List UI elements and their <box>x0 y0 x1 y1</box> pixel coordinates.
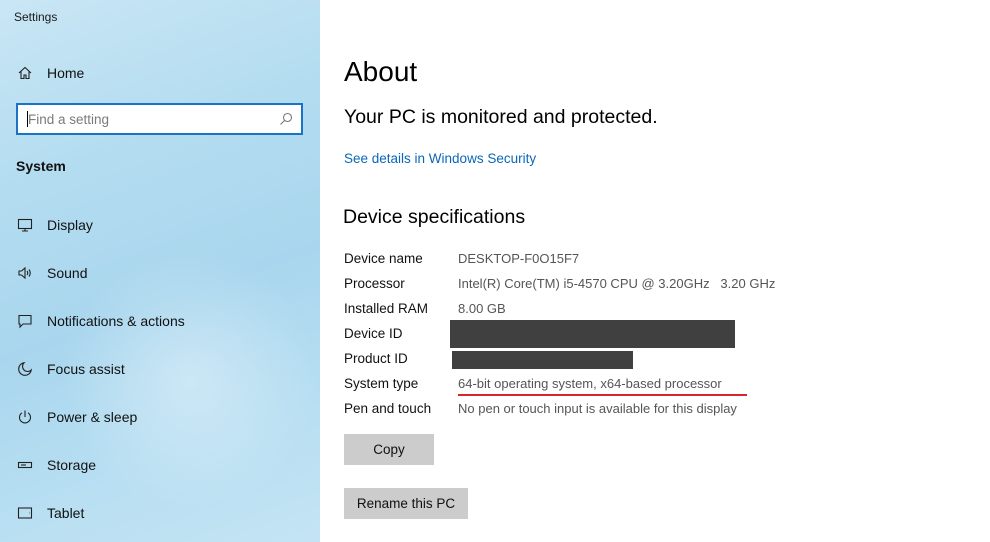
spec-value: 64-bit operating system, x64-based proce… <box>458 376 722 391</box>
spec-label: Device name <box>344 251 423 266</box>
sidebar-item-sound[interactable]: Sound <box>0 253 320 293</box>
notifications-icon <box>16 312 34 330</box>
spec-value: No pen or touch input is available for t… <box>458 401 737 416</box>
sidebar-item-label: Home <box>47 65 85 81</box>
sidebar-item-label: Display <box>47 217 93 233</box>
rename-pc-button[interactable]: Rename this PC <box>344 488 468 519</box>
spec-label: Pen and touch <box>344 401 432 416</box>
window-title: Settings <box>14 10 58 24</box>
spec-value: 8.00 GB <box>458 301 506 316</box>
spec-value: Intel(R) Core(TM) i5-4570 CPU @ 3.20GHz … <box>458 276 776 291</box>
sidebar-item-label: Storage <box>47 457 97 473</box>
spec-label: Processor <box>344 276 405 291</box>
sidebar-item-notifications[interactable]: Notifications & actions <box>0 301 320 341</box>
sidebar-item-label: Power & sleep <box>47 409 138 425</box>
text-cursor <box>27 111 28 127</box>
power-icon <box>16 408 34 426</box>
spec-label: Device ID <box>344 326 403 341</box>
moon-icon <box>16 360 34 378</box>
protection-status: Your PC is monitored and protected. <box>344 106 658 128</box>
search-box[interactable] <box>16 103 303 135</box>
sidebar-item-power-sleep[interactable]: Power & sleep <box>0 397 320 437</box>
spelling-underline <box>458 394 747 396</box>
home-icon <box>16 64 34 82</box>
redaction-bar <box>452 351 633 369</box>
windows-security-link[interactable]: See details in Windows Security <box>344 151 536 166</box>
spec-row-installed-ram: Installed RAM 8.00 GB <box>344 301 944 321</box>
sound-icon <box>16 264 34 282</box>
search-icon <box>280 112 293 125</box>
display-icon <box>16 216 34 234</box>
tablet-icon <box>16 504 34 522</box>
sidebar-item-storage[interactable]: Storage <box>0 445 320 485</box>
device-specs-heading: Device specifications <box>343 206 526 228</box>
spec-label: Installed RAM <box>344 301 429 316</box>
sidebar-item-home[interactable]: Home <box>0 53 320 93</box>
spec-label: System type <box>344 376 419 391</box>
spec-row-device-id: Device ID <box>344 320 944 348</box>
main-content: About Your PC is monitored and protected… <box>320 0 990 542</box>
redaction-bar <box>450 320 735 348</box>
sidebar-item-label: Focus assist <box>47 361 125 377</box>
sidebar-item-label: Sound <box>47 265 88 281</box>
spec-row-device-name: Device name DESKTOP-F0O15F7 <box>344 251 944 271</box>
sidebar-item-tablet[interactable]: Tablet <box>0 493 320 533</box>
page-title: About <box>344 56 418 87</box>
sidebar-item-display[interactable]: Display <box>0 205 320 245</box>
spec-row-system-type: System type 64-bit operating system, x64… <box>344 376 944 396</box>
copy-button[interactable]: Copy <box>344 434 434 465</box>
spec-value: DESKTOP-F0O15F7 <box>458 251 580 266</box>
sidebar-item-label: Tablet <box>47 505 85 521</box>
sidebar-item-label: Notifications & actions <box>47 313 185 329</box>
spec-row-pen-touch: Pen and touch No pen or touch input is a… <box>344 401 944 421</box>
search-input[interactable] <box>18 105 278 133</box>
sidebar: Settings Home System Display Sound Notif… <box>0 0 320 542</box>
storage-icon <box>16 456 34 474</box>
section-heading: System <box>16 158 66 174</box>
spec-row-product-id: Product ID <box>344 351 944 371</box>
sidebar-item-focus-assist[interactable]: Focus assist <box>0 349 320 389</box>
spec-label: Product ID <box>344 351 408 366</box>
spec-row-processor: Processor Intel(R) Core(TM) i5-4570 CPU … <box>344 276 944 296</box>
